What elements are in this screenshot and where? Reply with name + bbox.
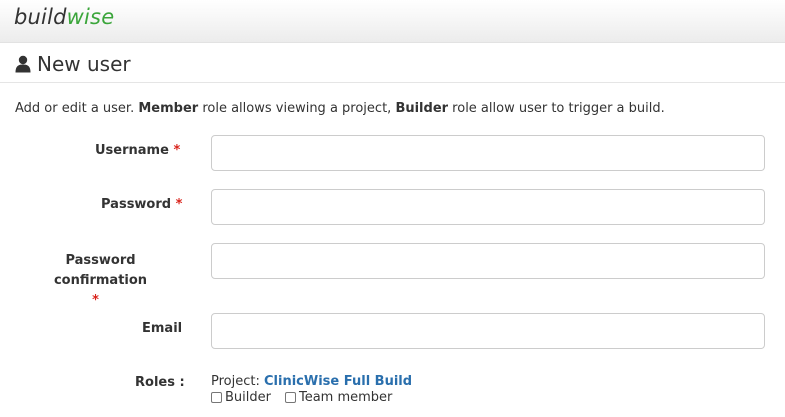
builder-role-option[interactable]: Builder — [211, 390, 271, 405]
team-member-role-option[interactable]: Team member — [284, 390, 393, 405]
email-input[interactable] — [211, 313, 765, 349]
builder-checkbox[interactable] — [211, 392, 222, 403]
project-link[interactable]: ClinicWise Full Build — [264, 374, 412, 389]
email-label: Email — [142, 321, 183, 336]
builder-checkbox-label: Builder — [225, 390, 271, 405]
required-asterisk: * — [92, 293, 99, 308]
intro-text: Add or edit a user. Member role allows v… — [15, 101, 665, 116]
top-navbar: buildwise — [0, 0, 785, 43]
required-asterisk: * — [175, 197, 183, 212]
page-header: New user — [15, 51, 131, 77]
roles-block: Project: ClinicWise Full Build Builder T… — [211, 374, 412, 405]
username-label: Username * — [95, 143, 181, 158]
project-line: Project: ClinicWise Full Build — [211, 374, 412, 389]
password-label: Password * — [101, 197, 183, 212]
brand-part-build: build — [14, 5, 67, 29]
header-divider — [0, 82, 785, 83]
builder-role-term: Builder — [395, 101, 449, 116]
password-input[interactable] — [211, 189, 765, 225]
project-prefix: Project: — [211, 374, 264, 389]
password-confirmation-input[interactable] — [211, 243, 765, 279]
brand-logo[interactable]: buildwise — [14, 5, 114, 29]
member-role-term: Member — [138, 101, 199, 116]
role-checkboxes: Builder Team member — [211, 390, 412, 405]
brand-part-wise: wise — [66, 5, 115, 29]
user-icon — [15, 55, 31, 73]
password-confirmation-label: Password confirmation * — [53, 253, 148, 308]
team-member-checkbox[interactable] — [284, 392, 296, 403]
required-asterisk: * — [173, 143, 181, 158]
team-member-checkbox-label: Team member — [298, 390, 393, 405]
page-title: New user — [37, 52, 131, 76]
username-input[interactable] — [211, 135, 765, 171]
roles-label: Roles : — [135, 375, 185, 390]
